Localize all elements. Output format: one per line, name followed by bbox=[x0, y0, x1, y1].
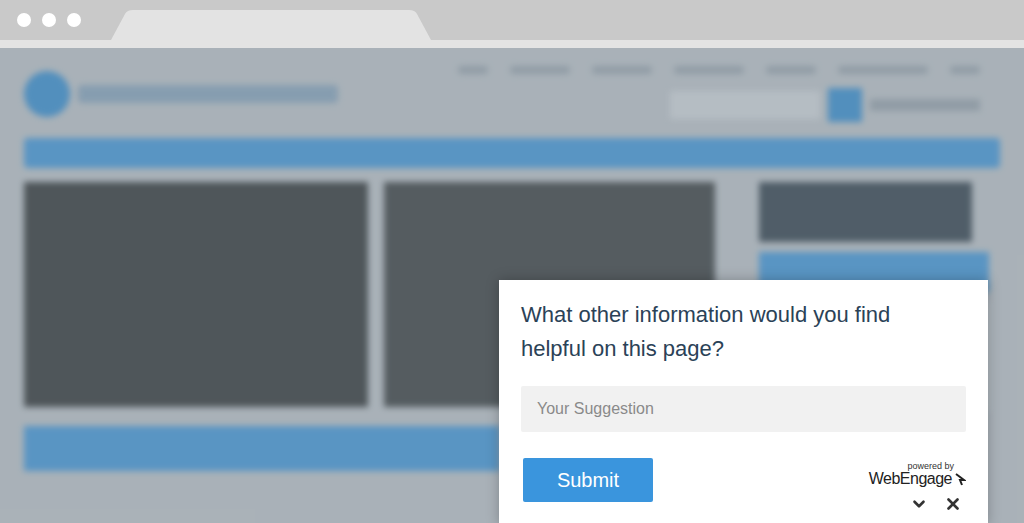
feedback-popup: What other information would you find he… bbox=[499, 280, 988, 523]
popup-question: What other information would you find he… bbox=[521, 298, 966, 366]
suggestion-input[interactable]: Your Suggestion bbox=[521, 386, 966, 432]
window-dot[interactable] bbox=[67, 13, 81, 27]
page-area: What other information would you find he… bbox=[0, 48, 1024, 523]
browser-tab-icon[interactable] bbox=[111, 10, 441, 40]
window-dot[interactable] bbox=[42, 13, 56, 27]
submit-button[interactable]: Submit bbox=[523, 458, 653, 502]
minimize-chevron-icon[interactable] bbox=[910, 495, 928, 513]
screen: What other information would you find he… bbox=[0, 0, 1024, 523]
webengage-branding[interactable]: powered byWebEngage bbox=[869, 462, 966, 487]
close-x-icon[interactable] bbox=[944, 495, 962, 513]
browser-chrome bbox=[0, 0, 1024, 48]
window-dot[interactable] bbox=[17, 13, 31, 27]
webengage-logo-icon bbox=[954, 472, 966, 486]
